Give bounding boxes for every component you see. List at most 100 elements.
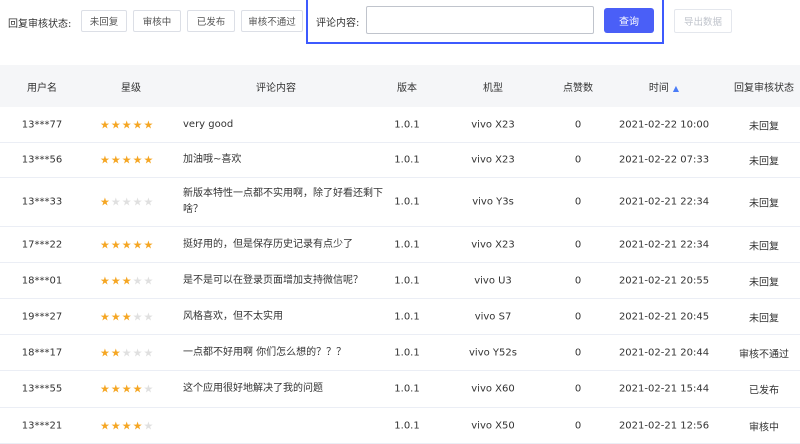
column-header-model: 机型 <box>483 83 503 94</box>
user-cell: 13***33 <box>21 196 63 208</box>
star-icon: ★ <box>100 310 111 323</box>
star-icon: ★ <box>110 195 122 209</box>
rating-stars: ★★★★★ <box>100 310 154 323</box>
version-cell: 1.0.1 <box>394 119 420 130</box>
star-icon: ★ <box>100 118 111 131</box>
star-icon: ★ <box>110 238 122 251</box>
table-row[interactable]: 18***01 ★★★★★ 是不是可以在登录页面增加支持微信呢？ 1.0.1 vivo … <box>0 263 800 299</box>
status-cell: 未回复 <box>749 277 779 288</box>
star-icon: ★ <box>110 419 122 432</box>
status-cell: 审核不通过 <box>739 349 789 360</box>
table-row[interactable]: 13***56 ★★★★★ 加油哦~喜欢 1.0.1 vivo X23 0 2021-02-… <box>0 143 800 178</box>
column-header-status: 回复审核状态 <box>734 83 794 94</box>
search-button[interactable]: 查询 <box>604 8 654 33</box>
user-cell: 19***27 <box>21 311 63 322</box>
star-icon: ★ <box>143 346 155 359</box>
status-filter-unreplied[interactable]: 未回复 <box>81 10 127 32</box>
user-cell: 13***77 <box>21 119 63 130</box>
star-icon: ★ <box>121 118 133 131</box>
star-icon: ★ <box>143 153 155 167</box>
time-cell: 2021-02-21 12:56 <box>618 420 710 431</box>
star-icon: ★ <box>100 274 111 287</box>
user-cell: 17***22 <box>21 239 63 250</box>
star-icon: ★ <box>121 346 133 359</box>
time-cell: 2021-02-21 20:45 <box>618 311 710 322</box>
star-icon: ★ <box>143 419 155 432</box>
search-label: 评论内容: <box>316 18 360 29</box>
time-cell: 2021-02-21 20:44 <box>618 347 710 358</box>
status-filter-published[interactable]: 已发布 <box>187 10 235 32</box>
model-cell: vivo Y3s <box>472 196 514 208</box>
status-filter-rejected[interactable]: 审核不通过 <box>241 10 303 32</box>
time-cell: 2021-02-22 07:33 <box>618 154 710 166</box>
status-filter-reviewing[interactable]: 审核中 <box>133 10 181 32</box>
star-icon: ★ <box>100 419 111 432</box>
status-cell: 未回复 <box>749 198 779 210</box>
version-cell: 1.0.1 <box>394 347 420 358</box>
star-icon: ★ <box>121 382 133 396</box>
star-icon: ★ <box>143 118 155 131</box>
column-header-version: 版本 <box>397 83 417 94</box>
rating-stars: ★★★★★ <box>100 346 154 359</box>
rating-stars: ★★★★★ <box>100 383 154 396</box>
model-cell: vivo X50 <box>471 420 515 431</box>
table-row[interactable]: 18***17 ★★★★★ 一点都不好用啊 你们怎么想的？？？ 1.0.1 vivo Y… <box>0 335 800 371</box>
likes-cell: 0 <box>574 196 582 208</box>
export-button[interactable]: 导出数据 <box>674 9 732 33</box>
likes-cell: 0 <box>574 347 582 358</box>
star-icon: ★ <box>121 274 133 287</box>
star-icon: ★ <box>110 274 122 287</box>
comment-cell: 风格喜欢，但不太实用 <box>183 310 283 322</box>
star-icon: ★ <box>132 346 144 359</box>
star-icon: ★ <box>110 118 122 131</box>
comment-cell: 加油哦~喜欢 <box>183 154 242 165</box>
rating-stars: ★★★★★ <box>100 154 154 167</box>
column-header-rating: 星级 <box>121 83 141 94</box>
table-header: 用户名 星级 评论内容 版本 机型 点赞数 时间 ▲ 回复审核状态 <box>0 65 800 107</box>
star-icon: ★ <box>100 346 111 359</box>
rating-stars: ★★★★★ <box>100 419 154 432</box>
star-icon: ★ <box>110 310 122 323</box>
rating-stars: ★★★★★ <box>100 274 154 287</box>
status-cell: 已发布 <box>749 385 779 397</box>
likes-cell: 0 <box>574 420 582 431</box>
version-cell: 1.0.1 <box>394 275 420 286</box>
column-header-likes: 点赞数 <box>563 83 593 94</box>
table-row[interactable]: 13***21 ★★★★★ 1.0.1 vivo X50 0 2021-02-21 12:… <box>0 408 800 444</box>
user-cell: 13***56 <box>21 154 63 166</box>
star-icon: ★ <box>132 238 144 251</box>
star-icon: ★ <box>121 238 133 251</box>
star-icon: ★ <box>100 153 111 167</box>
sort-icon[interactable]: ▲ <box>673 84 679 93</box>
time-cell: 2021-02-21 22:34 <box>618 196 710 208</box>
rating-stars: ★★★★★ <box>100 238 154 251</box>
likes-cell: 0 <box>574 239 582 250</box>
rating-stars: ★★★★★ <box>100 118 154 131</box>
status-cell: 审核中 <box>749 422 779 433</box>
model-cell: vivo S7 <box>474 311 512 322</box>
table-row[interactable]: 17***22 ★★★★★ 挺好用的，但是保存历史记录有点少了 1.0.1 vivo X… <box>0 227 800 263</box>
comment-search-box: 评论内容: 查询 <box>306 0 664 44</box>
table-row[interactable]: 13***55 ★★★★★ 这个应用很好地解决了我的问题 1.0.1 vivo X60 0… <box>0 371 800 408</box>
comment-search-input[interactable] <box>366 6 594 34</box>
column-header-time[interactable]: 时间 ▲ <box>649 79 679 94</box>
likes-cell: 0 <box>574 311 582 322</box>
column-header-time-label: 时间 <box>648 83 669 94</box>
time-cell: 2021-02-21 20:55 <box>618 275 710 286</box>
star-icon: ★ <box>121 153 133 167</box>
table-row[interactable]: 19***27 ★★★★★ 风格喜欢，但不太实用 1.0.1 vivo S7 0 2021-… <box>0 299 800 335</box>
status-filter-label: 回复审核状态: <box>8 19 72 30</box>
likes-cell: 0 <box>574 275 582 286</box>
star-icon: ★ <box>110 382 122 396</box>
table-row[interactable]: 13***77 ★★★★★ very good 1.0.1 vivo X23 0 2021-… <box>0 107 800 143</box>
version-cell: 1.0.1 <box>394 196 420 208</box>
comment-cell: very good <box>183 118 234 130</box>
status-cell: 未回复 <box>749 156 779 168</box>
table-row[interactable]: 13***33 ★★★★★ 新版本特性一点都不实用啊，除了好看还剩下啥？ 1.0.1 v… <box>0 178 800 227</box>
star-icon: ★ <box>100 195 111 209</box>
model-cell: vivo U3 <box>474 275 512 286</box>
star-icon: ★ <box>143 310 155 323</box>
star-icon: ★ <box>121 195 133 209</box>
star-icon: ★ <box>143 382 155 396</box>
column-header-user: 用户名 <box>27 83 57 94</box>
